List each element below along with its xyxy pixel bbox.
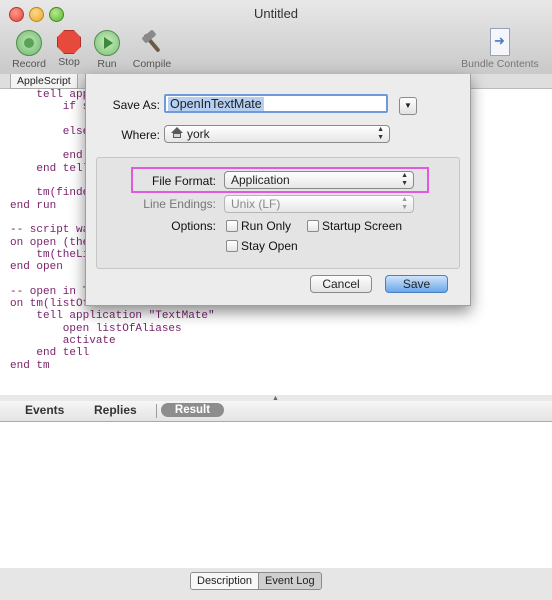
line-endings-label: Line Endings: [143, 197, 216, 211]
event-log-tab[interactable]: Event Log [258, 573, 321, 589]
expand-browser-button[interactable]: ▼ [399, 97, 417, 115]
window-title: Untitled [253, 6, 299, 21]
stay-open-checkbox[interactable] [226, 240, 238, 252]
footer-bar: Description Event Log [0, 568, 552, 600]
stop-label: Stop [58, 56, 80, 68]
options-label: Options: [171, 219, 216, 233]
line-endings-popup[interactable]: Unix (LF) ▲ ▼ [224, 195, 414, 213]
save-button[interactable]: Save [385, 275, 448, 293]
compile-button[interactable]: Compile [130, 30, 174, 70]
compile-label: Compile [132, 58, 172, 70]
popup-arrows-icon: ▲ ▼ [377, 126, 384, 141]
tab-result[interactable]: Result [161, 403, 224, 417]
startup-screen-checkbox[interactable] [307, 220, 319, 232]
file-format-popup[interactable]: Application ▲ ▼ [224, 171, 414, 189]
where-value: york [187, 127, 210, 141]
run-only-label: Run Only [241, 219, 292, 233]
cancel-button[interactable]: Cancel [310, 275, 372, 293]
bundle-contents-button[interactable]: Bundle Contents [458, 28, 542, 70]
result-tab-bar: Events Replies Result [0, 401, 552, 422]
save-sheet: Save As: OpenInTextMate ▼ Where: york ▲ ▼… [85, 74, 471, 306]
popup-arrows-icon: ▲ ▼ [401, 172, 408, 187]
stay-open-label: Stay Open [241, 239, 298, 253]
save-as-field[interactable]: OpenInTextMate [164, 94, 388, 113]
hammer-icon [139, 30, 165, 56]
popup-arrows-icon: ▲ ▼ [401, 196, 408, 211]
tab-replies[interactable]: Replies [94, 403, 137, 417]
tab-divider [156, 404, 157, 418]
bundle-contents-label: Bundle Contents [461, 58, 539, 70]
run-button[interactable]: Run [87, 30, 127, 70]
play-icon [94, 30, 120, 56]
record-icon [16, 30, 42, 56]
tab-applescript[interactable]: AppleScript [10, 74, 78, 89]
record-button[interactable]: Record [9, 30, 49, 70]
stop-button[interactable]: Stop [49, 30, 89, 68]
record-label: Record [12, 58, 46, 70]
stop-icon [57, 30, 81, 54]
line-endings-value: Unix (LF) [231, 197, 281, 211]
where-label: Where: [121, 128, 160, 142]
run-label: Run [97, 58, 117, 70]
chevron-down-icon: ▼ [404, 101, 412, 110]
bundle-contents-icon [490, 28, 510, 56]
description-tab[interactable]: Description [191, 573, 259, 589]
save-as-label: Save As: [112, 98, 160, 112]
title-bar: Untitled Record Stop Run Compile Bundle … [0, 0, 552, 75]
tab-events[interactable]: Events [25, 403, 64, 417]
where-popup[interactable]: york ▲ ▼ [164, 125, 390, 143]
file-format-value: Application [231, 173, 290, 187]
file-format-label: File Format: [151, 174, 216, 188]
startup-screen-label: Startup Screen [322, 219, 403, 233]
save-as-value: OpenInTextMate [168, 97, 264, 111]
description-log-segmented-control: Description Event Log [190, 572, 322, 590]
run-only-checkbox[interactable] [226, 220, 238, 232]
result-area[interactable] [0, 422, 552, 569]
applescript-editor-window: Untitled Record Stop Run Compile Bundle … [0, 0, 552, 600]
home-folder-icon [171, 127, 183, 139]
